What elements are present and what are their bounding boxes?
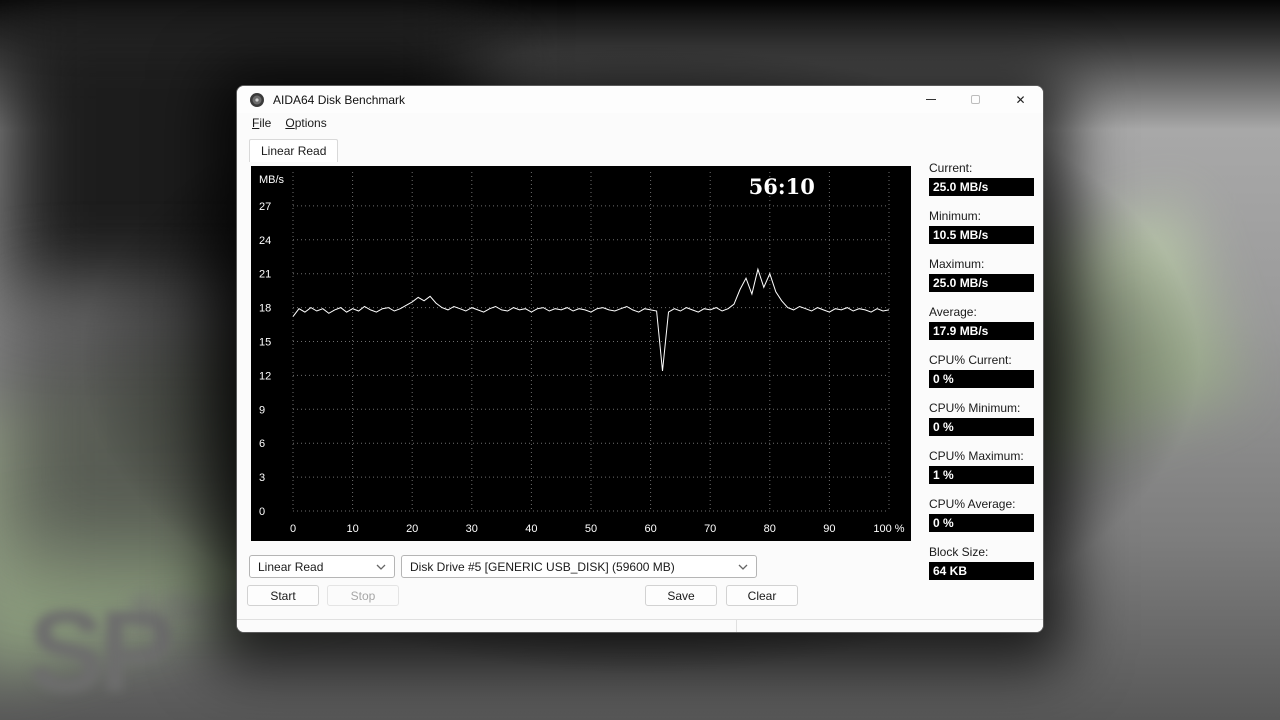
svg-text:70: 70: [704, 523, 716, 535]
svg-text:60: 60: [644, 523, 656, 535]
menu-options[interactable]: Options: [278, 115, 333, 131]
drive-select[interactable]: Disk Drive #5 [GENERIC USB_DISK] (59600 …: [401, 555, 757, 578]
minimize-icon: [926, 99, 936, 100]
stat-minimum: Minimum: 10.5 MB/s: [929, 209, 1035, 244]
app-icon: [249, 92, 265, 108]
drive-select-value: Disk Drive #5 [GENERIC USB_DISK] (59600 …: [410, 560, 675, 574]
stat-label: CPU% Minimum:: [929, 401, 1035, 415]
close-icon: ✕: [1015, 93, 1025, 107]
stat-value-box: 0 %: [929, 514, 1034, 532]
stat-cpu-current: CPU% Current: 0 %: [929, 353, 1035, 388]
save-button[interactable]: Save: [645, 585, 717, 606]
svg-text:6: 6: [259, 438, 265, 450]
stat-cpu-minimum: CPU% Minimum: 0 %: [929, 401, 1035, 436]
stat-label: Maximum:: [929, 257, 1035, 271]
stat-label: CPU% Average:: [929, 497, 1035, 511]
tab-linear-read[interactable]: Linear Read: [249, 139, 338, 162]
svg-text:0: 0: [290, 523, 296, 535]
aida64-disk-benchmark-window: AIDA64 Disk Benchmark ✕ File Options Lin…: [236, 85, 1044, 633]
stat-block-size: Block Size: 64 KB: [929, 545, 1035, 580]
stat-label: CPU% Current:: [929, 353, 1035, 367]
stat-label: CPU% Maximum:: [929, 449, 1035, 463]
stat-value-box: 17.9 MB/s: [929, 322, 1034, 340]
stat-cpu-maximum: CPU% Maximum: 1 %: [929, 449, 1035, 484]
svg-text:100 %: 100 %: [873, 523, 904, 535]
title-bar: AIDA64 Disk Benchmark ✕: [237, 86, 1043, 113]
menu-bar: File Options: [237, 113, 1043, 133]
svg-text:MB/s: MB/s: [259, 174, 285, 186]
minimize-button[interactable]: [908, 86, 953, 113]
svg-text:21: 21: [259, 269, 271, 281]
stat-label: Average:: [929, 305, 1035, 319]
test-type-value: Linear Read: [258, 560, 323, 574]
svg-text:15: 15: [259, 337, 271, 349]
svg-text:27: 27: [259, 201, 271, 213]
maximize-icon: [971, 95, 980, 104]
menu-file[interactable]: File: [245, 115, 278, 131]
stat-value-box: 10.5 MB/s: [929, 226, 1034, 244]
svg-text:24: 24: [259, 235, 271, 247]
test-type-select[interactable]: Linear Read: [249, 555, 395, 578]
svg-text:80: 80: [764, 523, 776, 535]
stop-button[interactable]: Stop: [327, 585, 399, 606]
stat-value-box: 0 %: [929, 418, 1034, 436]
benchmark-chart-svg: MB/s 0 3 6 9 12 15 18 21 24 27 0 10 20 30 40 50 60 70 80 90 1…: [251, 166, 911, 541]
benchmark-chart: MB/s 0 3 6 9 12 15 18 21 24 27 0 10 20 30 40 50 60 70 80 90 1…: [251, 166, 911, 541]
svg-text:56:10: 56:10: [749, 174, 815, 199]
chevron-down-icon: [738, 564, 748, 570]
window-title: AIDA64 Disk Benchmark: [273, 93, 908, 107]
stat-value-box: 25.0 MB/s: [929, 274, 1034, 292]
svg-text:0: 0: [259, 506, 265, 518]
svg-text:3: 3: [259, 472, 265, 484]
maximize-button[interactable]: [953, 86, 998, 113]
stat-label: Minimum:: [929, 209, 1035, 223]
clear-button[interactable]: Clear: [726, 585, 798, 606]
svg-text:18: 18: [259, 303, 271, 315]
chevron-down-icon: [376, 564, 386, 570]
svg-text:90: 90: [823, 523, 835, 535]
svg-text:30: 30: [466, 523, 478, 535]
start-button[interactable]: Start: [247, 585, 319, 606]
stat-label: Block Size:: [929, 545, 1035, 559]
stat-value-box: 64 KB: [929, 562, 1034, 580]
svg-text:20: 20: [406, 523, 418, 535]
stat-average: Average: 17.9 MB/s: [929, 305, 1035, 340]
svg-text:12: 12: [259, 370, 271, 382]
stat-value-box: 1 %: [929, 466, 1034, 484]
stat-current: Current: 25.0 MB/s: [929, 161, 1035, 196]
status-bar: [237, 619, 1043, 632]
status-bar-right: [737, 620, 1043, 632]
stat-label: Current:: [929, 161, 1035, 175]
svg-text:50: 50: [585, 523, 597, 535]
svg-text:9: 9: [259, 404, 265, 416]
stat-value-box: 0 %: [929, 370, 1034, 388]
stat-maximum: Maximum: 25.0 MB/s: [929, 257, 1035, 292]
stats-panel: Current: 25.0 MB/s Minimum: 10.5 MB/s Ma…: [929, 161, 1035, 593]
stat-cpu-average: CPU% Average: 0 %: [929, 497, 1035, 532]
stat-value-box: 25.0 MB/s: [929, 178, 1034, 196]
svg-text:10: 10: [346, 523, 358, 535]
status-bar-left: [237, 620, 737, 632]
close-button[interactable]: ✕: [998, 86, 1043, 113]
svg-text:40: 40: [525, 523, 537, 535]
